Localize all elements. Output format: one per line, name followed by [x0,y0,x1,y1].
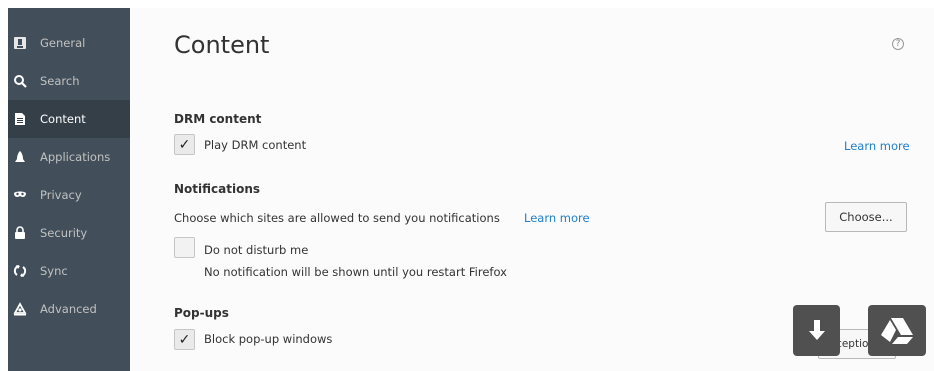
sync-icon [13,264,27,278]
sidebar-item-label: Content [40,112,86,126]
download-arrow-icon [808,319,825,340]
do-not-disturb-hint: No notification will be shown until you … [204,265,507,279]
sidebar-item-label: Advanced [40,302,97,316]
sidebar-item-content[interactable]: Content [8,100,130,138]
sidebar-item-general[interactable]: General [8,24,130,62]
do-not-disturb-label: Do not disturb me [204,243,309,257]
drm-learn-more-link[interactable]: Learn more [844,139,910,153]
sidebar-item-label: Privacy [40,188,82,202]
download-overlay-button[interactable] [793,305,840,356]
check-mark-icon: ✓ [178,331,191,348]
notifications-learn-more-link[interactable]: Learn more [524,211,590,225]
top-strip [0,0,934,8]
lock-icon [13,226,27,240]
search-icon [13,74,27,88]
sidebar-item-label: Sync [40,264,68,278]
play-drm-checkbox[interactable]: ✓ [174,134,195,155]
sidebar-item-label: Search [40,74,80,88]
popups-heading: Pop-ups [174,306,229,320]
check-mark-icon: ✓ [178,136,191,153]
sidebar-item-privacy[interactable]: Privacy [8,176,130,214]
drm-heading: DRM content [174,112,262,126]
page-title: Content [174,31,270,59]
sidebar-item-label: Security [40,226,88,240]
sidebar-item-label: Applications [40,150,111,164]
content-icon [13,112,27,126]
sidebar-item-label: General [40,36,86,50]
choose-button[interactable]: Choose... [825,202,907,232]
sidebar-item-applications[interactable]: Applications [8,138,130,176]
privacy-mask-icon [13,188,27,202]
drive-overlay-button[interactable] [868,305,926,356]
sidebar-item-advanced[interactable]: Advanced [8,290,130,328]
applications-icon [13,150,27,164]
notifications-heading: Notifications [174,182,261,196]
block-popups-checkbox[interactable]: ✓ [174,329,195,350]
general-icon [13,36,27,50]
notifications-description: Choose which sites are allowed to send y… [174,211,500,225]
google-drive-icon [881,317,913,344]
advanced-icon [13,302,27,316]
sidebar: General Search Content Applications Priv… [8,8,130,371]
sidebar-item-sync[interactable]: Sync [8,252,130,290]
play-drm-label: Play DRM content [204,138,307,152]
help-icon[interactable]: ? [892,38,904,50]
do-not-disturb-checkbox[interactable] [174,237,195,258]
block-popups-label: Block pop-up windows [204,332,333,346]
sidebar-item-search[interactable]: Search [8,62,130,100]
sidebar-item-security[interactable]: Security [8,214,130,252]
